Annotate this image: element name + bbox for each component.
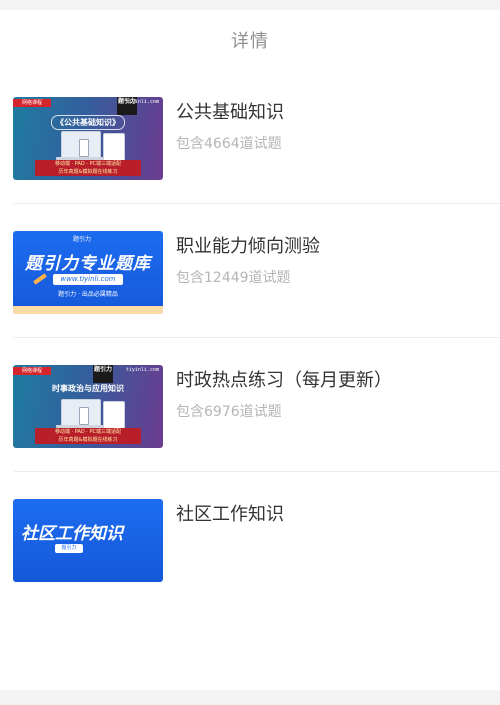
course-badge: 网络课程 bbox=[13, 367, 51, 375]
banner-line-2: 历年真题&模拟题在线练习 bbox=[58, 437, 118, 443]
thumbnail-heading: 社区工作知识 bbox=[21, 524, 123, 544]
course-thumbnail: 题引力 题引力专业题库 www.tiyinli.com 题引力 · 出品必属精品 bbox=[13, 231, 163, 314]
item-question-count: 包含12449道试题 bbox=[176, 270, 291, 286]
question-bank-list: 网络课程 题引力 tiyinli.com 《公共基础知识》 移动端 · PAD … bbox=[0, 70, 500, 606]
url-label: www.tiyinli.com bbox=[53, 274, 123, 285]
list-item-aptitude-test[interactable]: 题引力 题引力专业题库 www.tiyinli.com 题引力 · 出品必属精品… bbox=[0, 204, 500, 338]
page-title: 详情 bbox=[231, 31, 269, 52]
item-title: 时政热点练习（每月更新） bbox=[176, 370, 392, 391]
banner-line-1: 移动端 · PAD · PC端三端适配 bbox=[54, 429, 121, 435]
brand-mark: 题引力 bbox=[73, 236, 92, 243]
course-thumbnail: 社区工作知识 题引力 bbox=[13, 499, 163, 582]
thumbnail-heading: 《公共基础知识》 bbox=[51, 115, 125, 130]
course-badge: 网络课程 bbox=[13, 99, 51, 107]
tablet-illustration bbox=[103, 401, 125, 429]
course-thumbnail: 网络课程 题引力 tiyinli.com 时事政治与应用知识 移动端 · PAD… bbox=[13, 365, 163, 448]
course-thumbnail: 网络课程 题引力 tiyinli.com 《公共基础知识》 移动端 · PAD … bbox=[13, 97, 163, 180]
detail-screen: 详情 网络课程 题引力 tiyinli.com 《公共基础知识》 移动端 · P… bbox=[0, 0, 500, 705]
page-header: 详情 bbox=[0, 10, 500, 70]
thumbnail-subline: 题引力 · 出品必属精品 bbox=[58, 291, 118, 298]
thumbnail-subline: 题引力 bbox=[55, 544, 83, 553]
feature-banner: 移动端 · PAD · PC端三端适配 历年真题&模拟题在线练习 bbox=[35, 160, 141, 176]
thumbnail-heading: 时事政治与应用知识 bbox=[52, 384, 124, 393]
phone-illustration bbox=[79, 139, 89, 157]
tablet-illustration bbox=[103, 133, 125, 161]
banner-line-2: 历年真题&模拟题在线练习 bbox=[58, 169, 118, 175]
phone-illustration bbox=[79, 407, 89, 425]
item-title: 职业能力倾向测验 bbox=[176, 236, 320, 257]
feature-banner: 移动端 · PAD · PC端三端适配 历年真题&模拟题在线练习 bbox=[35, 428, 141, 444]
item-question-count: 包含4664道试题 bbox=[176, 136, 282, 152]
site-label: tiyinli.com bbox=[125, 99, 159, 105]
thumbnail-heading: 题引力专业题库 bbox=[25, 254, 151, 274]
item-question-count: 包含6976道试题 bbox=[176, 404, 282, 420]
status-strip bbox=[0, 0, 500, 10]
banner-line-1: 移动端 · PAD · PC端三端适配 bbox=[54, 161, 121, 167]
list-item-public-knowledge[interactable]: 网络课程 题引力 tiyinli.com 《公共基础知识》 移动端 · PAD … bbox=[0, 70, 500, 204]
bottom-strip bbox=[0, 690, 500, 705]
list-item-community-work[interactable]: 社区工作知识 题引力 社区工作知识 bbox=[0, 472, 500, 606]
list-item-current-affairs[interactable]: 网络课程 题引力 tiyinli.com 时事政治与应用知识 移动端 · PAD… bbox=[0, 338, 500, 472]
thumbnail-footer bbox=[13, 306, 163, 314]
brand-logo: 题引力 bbox=[93, 365, 113, 383]
item-title: 社区工作知识 bbox=[176, 504, 284, 525]
item-title: 公共基础知识 bbox=[176, 102, 284, 123]
site-label: tiyinli.com bbox=[125, 367, 159, 373]
pencil-icon bbox=[33, 273, 47, 285]
